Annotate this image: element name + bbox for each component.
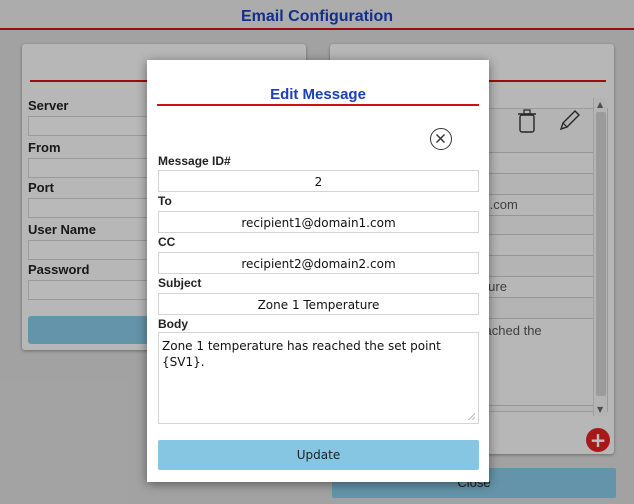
edit-message-dialog: Edit Message Message ID# 2 To recipient1… bbox=[147, 60, 489, 482]
to-input[interactable]: recipient1@domain1.com bbox=[158, 211, 479, 233]
close-circle-icon[interactable] bbox=[430, 128, 452, 150]
body-label: Body bbox=[158, 317, 188, 331]
cc-label: CC bbox=[158, 235, 176, 249]
cc-input[interactable]: recipient2@domain2.com bbox=[158, 252, 479, 274]
update-button[interactable]: Update bbox=[158, 440, 479, 470]
body-textarea[interactable]: Zone 1 temperature has reached the set p… bbox=[158, 332, 479, 424]
subject-label: Subject bbox=[158, 276, 202, 290]
message-id-label: Message ID# bbox=[158, 154, 231, 168]
resize-grip-icon[interactable] bbox=[468, 413, 475, 420]
to-label: To bbox=[158, 194, 172, 208]
dialog-title: Edit Message bbox=[157, 82, 479, 106]
body-text: Zone 1 temperature has reached the set p… bbox=[162, 339, 441, 369]
subject-input[interactable]: Zone 1 Temperature bbox=[158, 293, 479, 315]
message-id-input[interactable]: 2 bbox=[158, 170, 479, 192]
